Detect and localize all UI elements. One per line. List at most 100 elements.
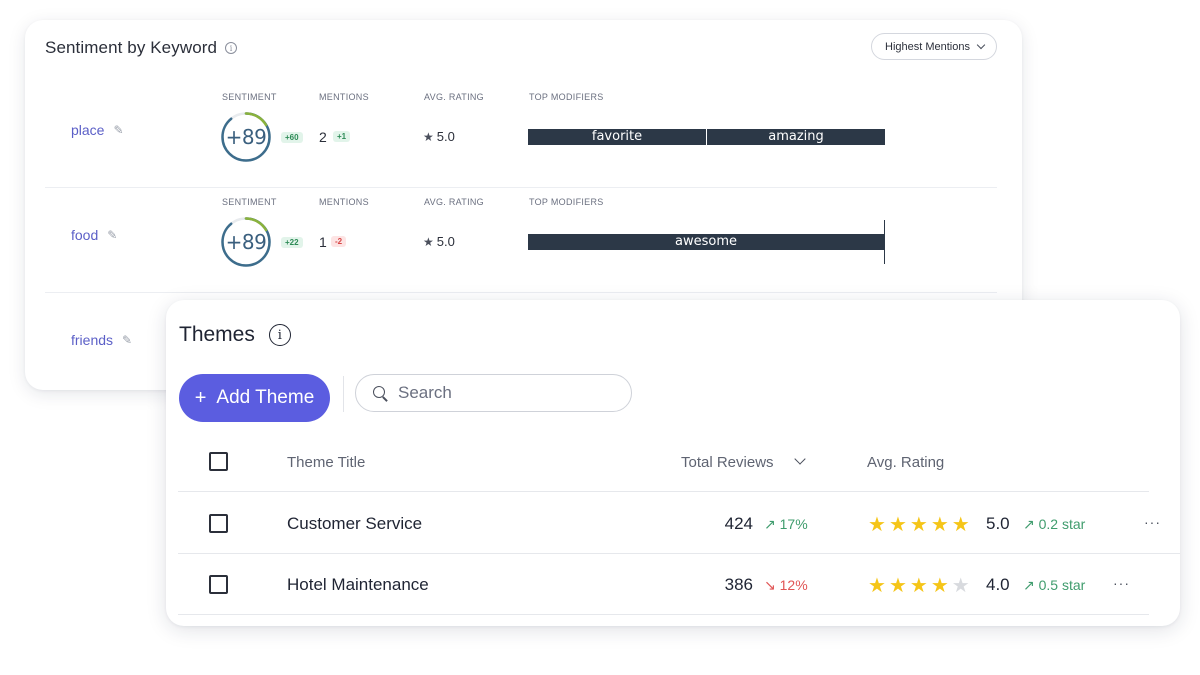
theme-title[interactable]: Hotel Maintenance [287, 575, 429, 595]
search-input[interactable] [398, 383, 598, 403]
row-checkbox[interactable] [209, 575, 228, 594]
col-header-sentiment: SENTIMENT [222, 92, 277, 102]
more-icon[interactable]: ··· [1144, 514, 1161, 530]
star-icon: ★ [423, 234, 434, 249]
info-icon[interactable]: i [225, 42, 238, 54]
add-theme-label: Add Theme [216, 387, 315, 408]
pencil-icon[interactable]: ✎ [122, 333, 132, 347]
keyword-link[interactable]: place ✎ [71, 122, 124, 138]
toolbar-divider [343, 376, 344, 412]
total-reviews-value: 424 [724, 514, 753, 533]
select-all-checkbox[interactable] [209, 452, 228, 471]
divider [178, 614, 1149, 615]
keyword-link[interactable]: friends ✎ [71, 332, 132, 348]
col-header-mentions: MENTIONS [319, 92, 369, 102]
modifier-segment[interactable]: amazing [707, 129, 885, 145]
mentions-count: 2 [319, 129, 327, 145]
sort-dropdown[interactable]: Highest Mentions [871, 33, 997, 60]
chevron-down-icon [976, 40, 986, 50]
themes-card: Themes i + Add Theme Theme Title Total R… [166, 300, 1180, 626]
col-header-avg-rating[interactable]: Avg. Rating [867, 454, 944, 471]
modifier-segment[interactable]: awesome [528, 234, 884, 250]
col-header-top-modifiers: TOP MODIFIERS [529, 92, 604, 102]
plus-icon: + [194, 386, 207, 409]
row-checkbox[interactable] [209, 514, 228, 533]
pencil-icon[interactable]: ✎ [113, 123, 123, 137]
keyword-link[interactable]: food ✎ [71, 227, 117, 243]
star-icon: ★ [868, 575, 886, 597]
divider [178, 491, 1149, 492]
col-header-sentiment: SENTIMENT [222, 197, 277, 207]
avg-trend: ↗ 0.2 star [1023, 516, 1085, 533]
search-box[interactable] [355, 374, 632, 412]
star-icon: ★ [930, 514, 949, 536]
star-icon: ★ [909, 575, 928, 597]
avg-trend-value: 0.2 star [1038, 516, 1086, 532]
avg-rating-value: 5.0 [986, 514, 1010, 533]
total-reviews-value: 386 [724, 575, 753, 594]
reviews-trend: ↘ 12% [764, 577, 808, 594]
more-icon[interactable]: ··· [1113, 575, 1130, 591]
mentions-delta-badge: -2 [331, 236, 347, 247]
mentions-value: 1 [319, 234, 327, 250]
star-icon: ★ [868, 514, 886, 536]
modifier-segment[interactable]: favorite [528, 129, 706, 145]
chevron-down-icon[interactable] [794, 453, 806, 465]
sentiment-delta-badge: +60 [281, 132, 303, 143]
col-header-avg-rating: AVG. RATING [424, 197, 484, 207]
sentiment-score: +89 [225, 125, 267, 149]
modifiers-bar: awesome [528, 234, 884, 250]
trend-up-icon: ↗ [1023, 577, 1035, 593]
star-icon: ★ [888, 514, 907, 536]
star-icon: ★ [423, 129, 434, 144]
avg-trend-value: 0.5 star [1038, 577, 1086, 593]
col-header-total-reviews[interactable]: Total Reviews [681, 454, 774, 471]
star-rating: ★ ★ ★ ★ ★ [868, 573, 970, 598]
col-header-mentions: MENTIONS [319, 197, 369, 207]
col-header-avg-rating: AVG. RATING [424, 92, 484, 102]
modifiers-bar: favorite amazing [528, 129, 885, 145]
star-icon: ★ [888, 575, 907, 597]
bar-end-tick [884, 220, 885, 264]
avg-rating: ★ 5.0 [423, 129, 455, 144]
avg-rating-value: 4.0 [986, 575, 1010, 594]
reviews-trend-value: 12% [779, 577, 808, 593]
star-rating: ★ ★ ★ ★ ★ [868, 512, 970, 537]
keyword-label: place [71, 122, 105, 138]
themes-title: Themes i [179, 323, 291, 347]
star-icon: ★ [909, 514, 928, 536]
star-icon: ★ [951, 575, 970, 597]
divider [178, 553, 1180, 554]
star-icon: ★ [951, 514, 970, 536]
info-icon[interactable]: i [268, 324, 291, 346]
sentiment-score: +89 [225, 230, 267, 254]
col-header-top-modifiers: TOP MODIFIERS [529, 197, 604, 207]
avg-rating: ★ 5.0 [423, 234, 455, 249]
keyword-label: friends [71, 332, 114, 348]
search-icon [373, 385, 388, 401]
mentions-value: 2 [319, 129, 327, 145]
reviews-trend: ↗ 17% [764, 516, 808, 533]
trend-up-icon: ↗ [1023, 516, 1035, 532]
add-theme-button[interactable]: + Add Theme [179, 374, 330, 422]
avg-rating-value: 5.0 [436, 234, 455, 249]
sentiment-title: Sentiment by Keyword i [45, 38, 238, 58]
sentiment-title-text: Sentiment by Keyword [45, 38, 218, 57]
mentions-count: 1 [319, 234, 327, 250]
reviews-trend-value: 17% [779, 516, 808, 532]
keyword-row: SENTIMENT MENTIONS AVG. RATING TOP MODIF… [45, 83, 997, 188]
avg-rating-value: 5.0 [436, 129, 455, 144]
keyword-row: SENTIMENT MENTIONS AVG. RATING TOP MODIF… [45, 188, 997, 293]
sort-dropdown-label: Highest Mentions [885, 40, 970, 53]
keyword-label: food [71, 227, 99, 243]
avg-trend: ↗ 0.5 star [1023, 577, 1085, 594]
sentiment-delta-badge: +22 [281, 237, 303, 248]
theme-title[interactable]: Customer Service [287, 514, 422, 534]
trend-down-icon: ↘ [764, 577, 776, 593]
col-header-theme-title[interactable]: Theme Title [287, 454, 365, 471]
themes-title-text: Themes [179, 323, 255, 346]
star-icon: ★ [930, 575, 949, 597]
trend-up-icon: ↗ [764, 516, 776, 532]
mentions-delta-badge: +1 [333, 131, 351, 142]
pencil-icon[interactable]: ✎ [107, 228, 117, 242]
